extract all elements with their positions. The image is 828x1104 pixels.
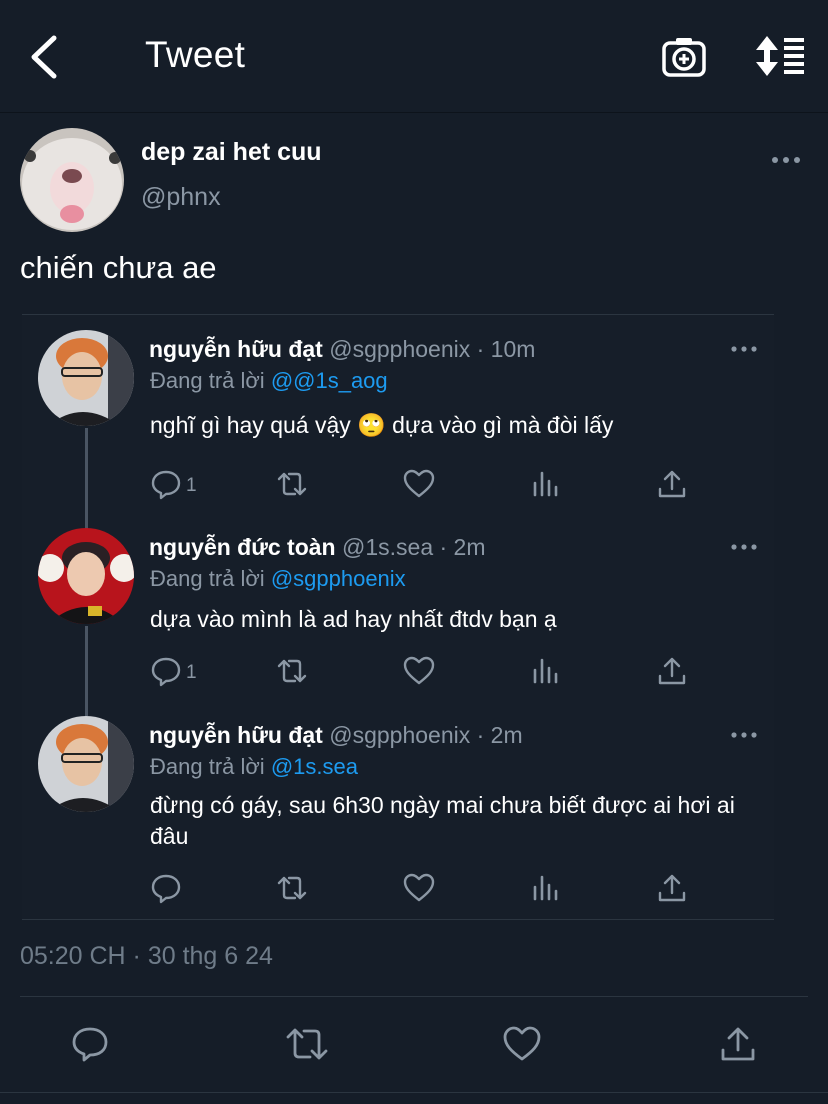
reply-header: nguyễn đức toàn @1s.sea · 2m [149, 534, 486, 561]
reply-author-name[interactable]: nguyễn hữu đạt [149, 336, 323, 362]
camera-plus-icon [662, 38, 706, 77]
avatar[interactable] [38, 716, 134, 812]
replying-prefix: Đang trả lời [150, 368, 271, 393]
analytics-button[interactable] [529, 871, 563, 905]
retweet-button[interactable] [275, 654, 309, 688]
top-bar: Tweet [0, 0, 828, 113]
chevron-left-icon [31, 35, 57, 79]
divider [0, 1092, 828, 1093]
author-avatar[interactable] [20, 128, 124, 232]
replying-to: Đang trả lời @sgpphoenix [150, 566, 406, 592]
share-button[interactable] [655, 654, 689, 688]
reply-handle-time: @sgpphoenix · 10m [322, 336, 536, 362]
share-icon [658, 470, 686, 498]
heart-icon [503, 1026, 541, 1061]
bar-chart-icon [533, 875, 558, 901]
reply-author-name[interactable]: nguyễn đức toàn [149, 534, 336, 560]
reply-text: nghĩ gì hay quá vậy 🙄 dựa vào gì mà đòi … [150, 412, 614, 438]
heart-icon [403, 469, 435, 498]
replying-to: Đang trả lời @@1s_aog [150, 368, 388, 394]
replying-to: Đang trả lời @1s.sea [150, 754, 358, 780]
thread-line [85, 626, 88, 716]
comment-icon [151, 657, 181, 687]
tweet-reply-button[interactable] [70, 1024, 110, 1064]
analytics-button[interactable] [529, 467, 563, 501]
thread-line [85, 428, 88, 530]
reply-count: 1 [186, 662, 197, 683]
reply-more-button[interactable] [730, 537, 758, 557]
retweet-icon [286, 1028, 328, 1060]
replying-prefix: Đang trả lời [150, 566, 271, 591]
comment-icon [72, 1027, 108, 1062]
bar-chart-icon [533, 471, 558, 497]
sort-button[interactable] [754, 34, 806, 78]
reply-author-name[interactable]: nguyễn hữu đạt [149, 722, 323, 748]
tweet-retweet-button[interactable] [285, 1024, 328, 1064]
retweet-button[interactable] [275, 871, 309, 905]
heart-icon [403, 873, 435, 902]
page-title: Tweet [145, 34, 246, 75]
comment-icon [151, 470, 181, 500]
camera-button[interactable] [661, 34, 707, 80]
bar-chart-icon [533, 658, 558, 684]
more-horizontal-icon [731, 544, 757, 550]
reply-text: đừng có gáy, sau 6h30 ngày mai chưa biết… [150, 792, 735, 849]
like-button[interactable] [402, 467, 436, 501]
reply-button[interactable] [149, 654, 183, 688]
share-icon [658, 657, 686, 685]
sort-list-icon [756, 36, 804, 76]
reply-header: nguyễn hữu đạt @sgpphoenix · 10m [149, 336, 535, 363]
analytics-button[interactable] [529, 654, 563, 688]
more-horizontal-icon [731, 732, 757, 738]
author-handle[interactable]: @phnx [141, 183, 221, 212]
reply-more-button[interactable] [730, 339, 758, 359]
divider [20, 996, 808, 997]
share-button[interactable] [655, 871, 689, 905]
reply-button[interactable] [149, 467, 183, 501]
mention-link[interactable]: @sgpphoenix [271, 566, 406, 591]
comment-icon [151, 874, 181, 904]
reply-header: nguyễn hữu đạt @sgpphoenix · 2m [149, 722, 523, 749]
reply-handle-time: @sgpphoenix · 2m [322, 722, 523, 748]
avatar[interactable] [38, 330, 134, 426]
mention-link[interactable]: @1s.sea [271, 754, 358, 779]
share-button[interactable] [655, 467, 689, 501]
share-icon [721, 1027, 755, 1061]
like-button[interactable] [402, 654, 436, 688]
reply-text: dựa vào mình là ad hay nhất đtdv bạn ạ [150, 606, 557, 632]
reply-handle-time: @1s.sea · 2m [335, 534, 486, 560]
tweet-timestamp: 05:20 CH · 30 thg 6 24 [20, 942, 273, 970]
reply-count: 1 [186, 475, 197, 496]
retweet-icon [277, 876, 307, 900]
back-button[interactable] [26, 34, 66, 80]
replying-prefix: Đang trả lời [150, 754, 271, 779]
retweet-button[interactable] [275, 467, 309, 501]
heart-icon [403, 656, 435, 685]
more-horizontal-icon [772, 157, 800, 163]
tweet-text: chiến chưa ae [20, 250, 217, 285]
more-options-button[interactable] [770, 148, 802, 172]
tweet-share-button[interactable] [718, 1024, 758, 1064]
more-horizontal-icon [731, 346, 757, 352]
like-button[interactable] [402, 871, 436, 905]
mention-link[interactable]: @@1s_aog [271, 368, 388, 393]
share-icon [658, 874, 686, 902]
tweet-like-button[interactable] [502, 1024, 542, 1064]
retweet-icon [277, 659, 307, 683]
reply-button[interactable] [149, 871, 183, 905]
avatar[interactable] [38, 528, 134, 624]
retweet-icon [277, 472, 307, 496]
reply-more-button[interactable] [730, 725, 758, 745]
author-name[interactable]: dep zai het cuu [141, 138, 322, 167]
